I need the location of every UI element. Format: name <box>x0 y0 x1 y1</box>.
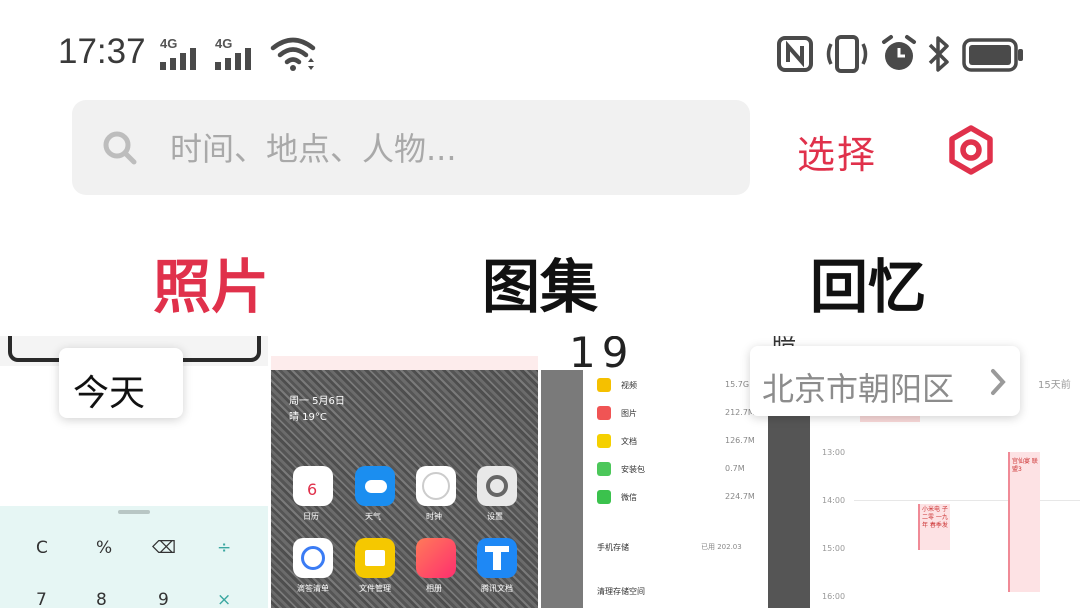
calc-key: 7 <box>36 590 47 608</box>
calendar-app-icon: 6 <box>293 466 333 506</box>
time-label: 16:00 <box>822 592 846 601</box>
app-label: 文件管理 <box>359 584 391 593</box>
time-label: 14:00 <box>822 496 846 505</box>
chevron-right-icon <box>991 369 1006 395</box>
event-title: 宫仙宴 联盟3 <box>1012 458 1038 473</box>
settings-icon[interactable] <box>945 124 997 176</box>
calendar-day: 6 <box>307 480 318 499</box>
days-ago-label: 15天前 <box>1038 380 1071 391</box>
date-group-badge[interactable]: 今天 <box>59 348 183 418</box>
calc-key: 8 <box>96 590 107 608</box>
photo-thumbnail[interactable]: 周一 5月6日 晴 19°C 6 日历 天气 时钟 设置 滴答清单 文件管理 相… <box>271 336 538 608</box>
calc-key: × <box>217 590 232 608</box>
nfc-icon <box>777 36 813 72</box>
calc-key: C <box>36 538 48 558</box>
settings-app-icon <box>477 466 517 506</box>
clock: 17:37 <box>58 32 146 71</box>
bluetooth-icon <box>928 36 949 72</box>
search-bar[interactable] <box>72 100 750 195</box>
calc-key: % <box>96 538 113 558</box>
app-label: 时钟 <box>426 512 442 521</box>
tick-app-icon <box>293 538 333 578</box>
storage-row-name: 微信 <box>621 493 637 502</box>
battery-icon <box>962 38 1023 72</box>
time-label: 13:00 <box>822 448 846 457</box>
storage-row-name: 视频 <box>621 381 637 390</box>
storage-row-size: 224.7M <box>725 492 755 501</box>
event-title: 小米电 子二零 一九年 春季发 <box>922 506 948 529</box>
app-label: 腾讯文档 <box>481 584 513 593</box>
docs-app-icon <box>477 538 517 578</box>
weather-app-icon <box>355 466 395 506</box>
app-label: 相册 <box>426 584 442 593</box>
home-date: 周一 5月6日 <box>289 396 345 407</box>
app-label: 设置 <box>487 512 503 521</box>
cleanup-storage-label: 清理存储空间 <box>597 587 645 596</box>
time-label: 15:00 <box>822 544 846 553</box>
calendar-event: 小米电 子二零 一九年 春季发 <box>918 504 950 550</box>
clock-app-icon <box>416 466 456 506</box>
alarm-icon <box>882 35 916 70</box>
photo-grid: C % ⌫ ÷ 7 8 9 × 周一 5月6日 晴 19°C 6 日历 天气 时… <box>0 336 1080 608</box>
app-label: 天气 <box>365 512 381 521</box>
location-group-badge[interactable]: 北京市朝阳区 <box>750 346 1020 416</box>
status-bar: 17:37 4G 4G <box>0 0 1080 100</box>
tab-albums[interactable]: 图集 <box>482 240 598 324</box>
storage-row-name: 图片 <box>621 409 637 418</box>
calc-key: 9 <box>158 590 169 608</box>
today-label: 今天 <box>73 373 146 414</box>
search-icon <box>103 131 137 165</box>
folder-app-icon <box>355 538 395 578</box>
calc-key: ÷ <box>217 538 232 558</box>
calendar-event: 宫仙宴 联盟3 <box>1008 452 1040 592</box>
phone-storage-value: 已用 202.03 <box>701 543 742 551</box>
storage-row-size: 0.7M <box>725 464 745 473</box>
tab-memories[interactable]: 回忆 <box>810 240 926 324</box>
tab-photos[interactable]: 照片 <box>153 240 269 324</box>
storage-row-size: 126.7M <box>725 436 755 445</box>
calc-key: ⌫ <box>152 538 177 558</box>
storage-row-name: 文档 <box>621 437 637 446</box>
wifi-icon <box>270 37 316 71</box>
app-label: 滴答清单 <box>297 584 329 593</box>
gallery-app-icon <box>416 538 456 578</box>
calculator-keypad: C % ⌫ ÷ 7 8 9 × <box>0 506 268 608</box>
search-input[interactable] <box>168 118 732 180</box>
app-label: 日历 <box>303 512 319 521</box>
vibrate-icon <box>826 35 868 73</box>
wallpaper: 周一 5月6日 晴 19°C 6 日历 天气 时钟 设置 滴答清单 文件管理 相… <box>271 370 538 608</box>
phone-storage-label: 手机存储 <box>597 543 629 552</box>
storage-row-name: 安装包 <box>621 465 645 474</box>
select-button[interactable]: 选择 <box>797 124 877 179</box>
home-weather: 晴 19°C <box>289 412 327 423</box>
location-label: 北京市朝阳区 <box>762 370 955 408</box>
storage-row-size: 15.7G <box>725 380 750 389</box>
